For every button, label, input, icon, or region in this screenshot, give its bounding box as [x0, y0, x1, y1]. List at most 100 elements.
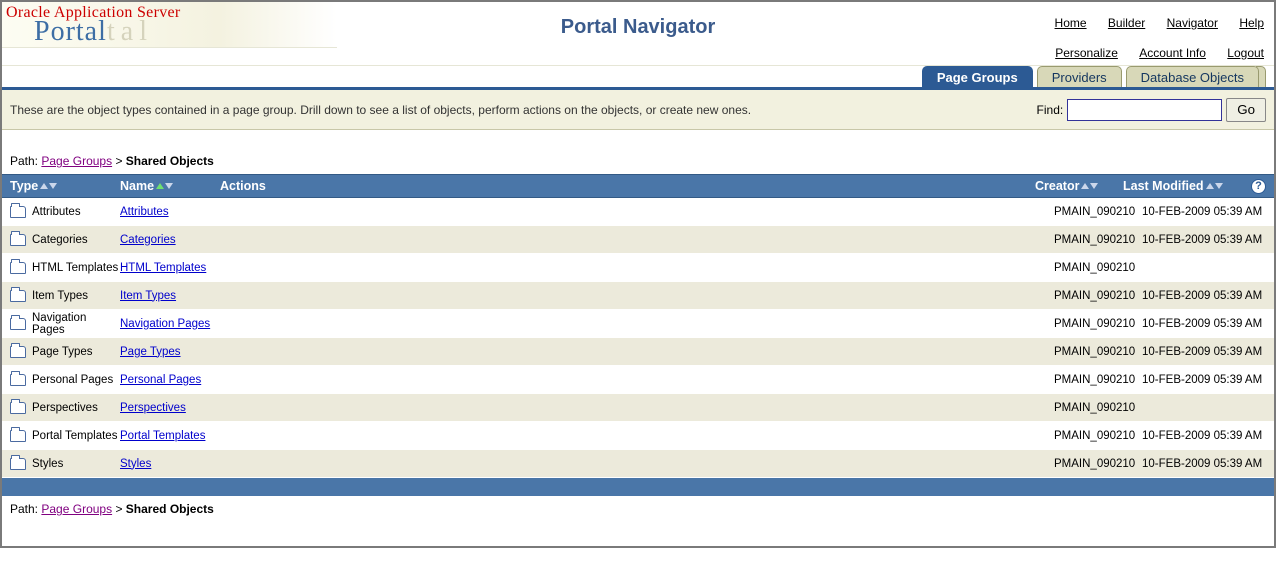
col-creator-label: Creator [1035, 179, 1079, 193]
toolbar-description: These are the object types contained in … [10, 103, 751, 117]
nav-builder[interactable]: Builder [1108, 16, 1145, 30]
help-icon[interactable]: ? [1251, 179, 1266, 194]
cell-creator: PMAIN_090210 [1054, 290, 1136, 302]
tab-database-objects[interactable]: Database Objects [1126, 66, 1259, 87]
find-block: Find: Go [1037, 98, 1266, 122]
cell-name: Perspectives [120, 402, 220, 414]
table-body: Attributes Attributes PMAIN_090210 10-FEB-2… [2, 198, 1274, 478]
type-text: HTML Templates [32, 262, 118, 274]
name-link[interactable]: Item Types [120, 290, 176, 302]
col-creator[interactable]: Creator [1035, 179, 1117, 193]
cell-modified: 10-FEB-2009 05:39 AM [1142, 346, 1266, 358]
cell-modified: 10-FEB-2009 05:39 AM [1142, 430, 1266, 442]
find-input[interactable] [1067, 99, 1222, 121]
name-link[interactable]: Attributes [120, 206, 169, 218]
col-type-label: Type [10, 179, 38, 193]
cell-name: Attributes [120, 206, 220, 218]
tab-page-groups-label: Page Groups [937, 70, 1018, 85]
sort-creator-asc-icon[interactable] [1081, 183, 1089, 189]
tab-bar: Page Groups Providers Database Objects [2, 66, 1274, 90]
cell-type: Portal Templates [10, 430, 120, 442]
spacer [2, 130, 1274, 150]
type-text: Attributes [32, 206, 81, 218]
cell-modified: 10-FEB-2009 05:39 AM [1142, 290, 1266, 302]
table-row: StylesStylesPMAIN_09021010-FEB-2009 05:3… [2, 450, 1274, 478]
logo-line2: Portal [34, 16, 107, 48]
nav-account-info[interactable]: Account Info [1139, 46, 1206, 60]
sort-modified-asc-icon[interactable] [1206, 183, 1214, 189]
cell-type: Attributes [10, 206, 120, 218]
cell-name: Categories [120, 234, 220, 246]
table-row: Navigation PagesNavigation PagesPMAIN_09… [2, 310, 1274, 338]
breadcrumb-bottom: Path: Page Groups > Shared Objects [2, 496, 1274, 546]
cell-creator: PMAIN_090210 [1054, 430, 1136, 442]
col-type[interactable]: Type [10, 179, 120, 193]
type-text: Personal Pages [32, 374, 113, 386]
table-footer [2, 478, 1274, 496]
breadcrumb-link-b[interactable]: Page Groups [41, 502, 112, 516]
nav-home[interactable]: Home [1055, 16, 1087, 30]
cell-type: Page Types [10, 346, 120, 358]
col-modified[interactable]: Last Modified [1123, 179, 1247, 193]
nav-navigator[interactable]: Navigator [1167, 16, 1218, 30]
tab-providers-label: Providers [1052, 70, 1107, 85]
type-text: Categories [32, 234, 88, 246]
type-text: Perspectives [32, 402, 98, 414]
cell-modified: 10-FEB-2009 05:39 AM [1142, 458, 1266, 470]
table-row: Item TypesItem Types PMAIN_090210 10-FEB-2… [2, 282, 1274, 310]
cell-name: Styles [120, 458, 220, 470]
table-header: Type Name Actions Creator Last Modified [2, 174, 1274, 198]
breadcrumb-link[interactable]: Page Groups [41, 154, 112, 168]
cell-name: Item Types [120, 290, 220, 302]
cell-name: Personal Pages [120, 374, 220, 386]
tab-page-groups[interactable]: Page Groups [922, 66, 1033, 87]
sort-name-asc-icon[interactable] [156, 183, 164, 189]
logo: Oracle Application Server tal Portal [2, 2, 337, 48]
cell-type: HTML Templates [10, 262, 120, 274]
breadcrumb-sep-b: > [115, 502, 122, 516]
cell-modified: 10-FEB-2009 05:39 AM [1142, 318, 1266, 330]
cell-type: Item Types [10, 290, 120, 302]
folder-icon [10, 458, 26, 470]
name-link[interactable]: Navigation Pages [120, 318, 210, 330]
folder-icon [10, 430, 26, 442]
tab-providers[interactable]: Providers [1037, 66, 1122, 87]
table-row: HTML TemplatesHTML TemplatesPMAIN_090210 [2, 254, 1274, 282]
cell-modified: 10-FEB-2009 05:39 AM [1142, 374, 1266, 386]
logo-shadow: tal [107, 16, 153, 48]
folder-icon [10, 318, 26, 330]
cell-name: Page Types [120, 346, 220, 358]
nav-logout[interactable]: Logout [1227, 46, 1264, 60]
folder-icon [10, 234, 26, 246]
breadcrumb-prefix: Path: [10, 154, 38, 168]
folder-icon [10, 262, 26, 274]
cell-type: Categories [10, 234, 120, 246]
top-nav: Home Builder Navigator Help Personalize … [1037, 12, 1264, 64]
breadcrumb-prefix-b: Path: [10, 502, 38, 516]
sort-creator-desc-icon[interactable] [1090, 183, 1098, 189]
table-row: AttributesAttributesPMAIN_09021010-FEB-2… [2, 198, 1274, 226]
folder-icon [10, 374, 26, 386]
table-row: Personal PagesPersonal PagesPMAIN_090210… [2, 366, 1274, 394]
name-link[interactable]: HTML Templates [120, 262, 206, 274]
name-link[interactable]: Categories [120, 234, 176, 246]
nav-help[interactable]: Help [1239, 16, 1264, 30]
sort-name-desc-icon[interactable] [165, 183, 173, 189]
sort-type-asc-icon[interactable] [40, 183, 48, 189]
name-link[interactable]: Perspectives [120, 402, 186, 414]
col-actions-label: Actions [220, 179, 266, 193]
name-link[interactable]: Page Types [120, 346, 181, 358]
name-link[interactable]: Styles [120, 458, 151, 470]
cell-type: Navigation Pages [10, 312, 120, 336]
go-button[interactable]: Go [1226, 98, 1266, 122]
name-link[interactable]: Personal Pages [120, 374, 201, 386]
cell-creator: PMAIN_090210 [1054, 234, 1136, 246]
cell-name: Portal Templates [120, 430, 220, 442]
nav-personalize[interactable]: Personalize [1055, 46, 1118, 60]
sort-modified-desc-icon[interactable] [1215, 183, 1223, 189]
col-modified-label: Last Modified [1123, 179, 1204, 193]
folder-icon [10, 346, 26, 358]
sort-type-desc-icon[interactable] [49, 183, 57, 189]
col-name[interactable]: Name [120, 179, 220, 193]
name-link[interactable]: Portal Templates [120, 430, 205, 442]
